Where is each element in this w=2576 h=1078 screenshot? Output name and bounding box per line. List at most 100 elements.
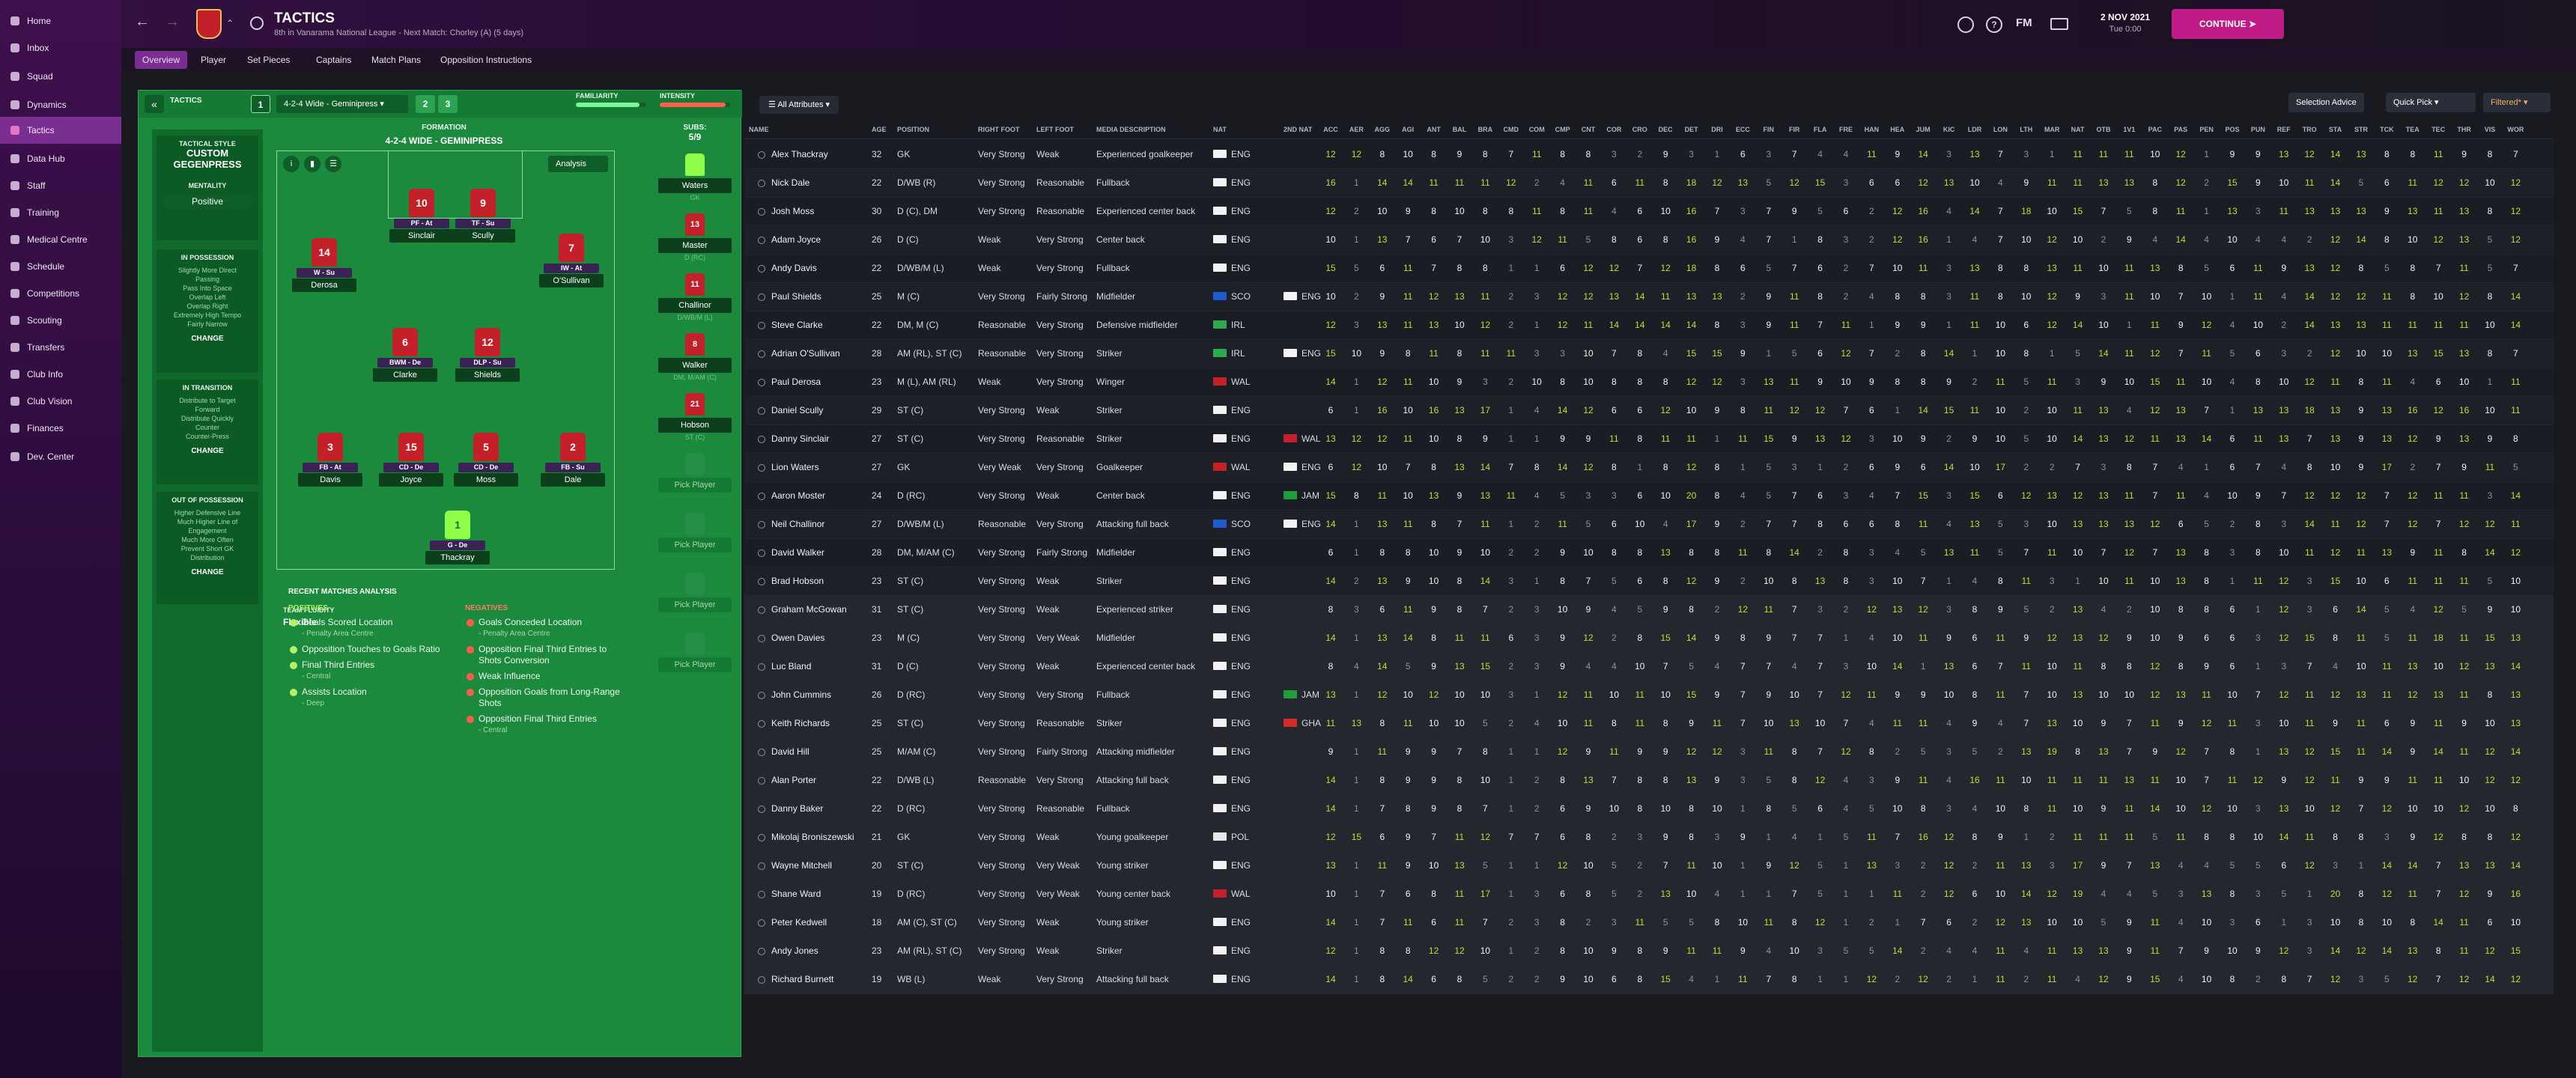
player-name[interactable]: Shields xyxy=(455,368,520,382)
selection-advice-button[interactable]: Selection Advice xyxy=(2288,93,2364,112)
analysis-button[interactable]: Analysis xyxy=(548,156,608,172)
in-transition-change-button[interactable]: CHANGE xyxy=(157,447,258,455)
column-header-attr[interactable]: HEA xyxy=(1886,126,1909,133)
sidebar-item-staff[interactable]: Staff xyxy=(0,172,121,199)
filtered-views-button[interactable]: Filtered* ▾ xyxy=(2483,93,2551,112)
column-header-attr[interactable]: TEA xyxy=(2402,126,2424,133)
table-row[interactable]: Josh Moss 30 D (C), DM Very Strong Reasonabl… xyxy=(744,198,2554,226)
player-role[interactable]: DLP - Su xyxy=(460,358,515,368)
table-row[interactable]: Alan Porter 22 D/WB (L) Reasonable Very Stro… xyxy=(744,767,2554,795)
column-header-attr[interactable]: COM xyxy=(1525,126,1548,133)
pick-player-dropdown[interactable]: Pick Player xyxy=(658,657,732,672)
sidebar-item-competitions[interactable]: Competitions xyxy=(0,280,121,307)
tactic-select[interactable]: 4-2-4 Wide - Geminipress ▾ xyxy=(276,95,408,113)
table-row[interactable]: Andy Davis 22 D/WB/M (L) Weak Very Strong Ful… xyxy=(744,255,2554,283)
player-role[interactable]: IW - At xyxy=(544,264,599,273)
column-header-attr[interactable]: 1V1 xyxy=(2118,126,2140,133)
column-header-attr[interactable]: DEC xyxy=(1654,126,1677,133)
chevron-down-icon[interactable]: ⌃ xyxy=(226,18,234,28)
positive-item[interactable]: Final Third Entries - Central xyxy=(288,660,446,682)
table-row[interactable]: Wayne Mitchell 20 ST (C) Very Strong Very We… xyxy=(744,852,2554,880)
substitute-name[interactable]: Challinor xyxy=(658,298,732,313)
sidebar-item-finances[interactable]: Finances xyxy=(0,415,121,442)
column-header-attr[interactable]: BAL xyxy=(1448,126,1471,133)
substitute-slot[interactable]: Pick Player xyxy=(655,453,735,505)
player-slot[interactable]: 15 CD - De Joyce xyxy=(371,433,451,487)
column-header-attr[interactable]: CNT xyxy=(1577,126,1600,133)
bar-chart-icon[interactable]: ▮ xyxy=(304,156,321,172)
player-name[interactable]: Derosa xyxy=(292,278,356,292)
table-row[interactable]: Alex Thackray 32 GK Very Strong Weak Experien… xyxy=(744,141,2554,169)
column-header-age[interactable]: AGE xyxy=(872,126,894,133)
column-header-attr[interactable]: ACC xyxy=(1319,126,1342,133)
tactical-style-value[interactable]: CUSTOM GEGENPRESS xyxy=(157,147,258,170)
substitute-slot[interactable]: 8 Walker DM, M/AM (C) xyxy=(655,333,735,386)
tab-player[interactable]: Player xyxy=(193,51,234,69)
player-name[interactable]: Moss xyxy=(454,473,518,487)
tactic-slot-2[interactable]: 2 xyxy=(416,95,435,113)
table-row[interactable]: Adrian O'Sullivan 28 AM (RL), ST (C) Reason… xyxy=(744,340,2554,368)
player-role[interactable]: TF - Su xyxy=(455,219,511,228)
column-header-position[interactable]: POSITION xyxy=(897,126,972,133)
table-row[interactable]: Danny Baker 22 D (RC) Very Strong Reasonable… xyxy=(744,795,2554,823)
column-header-attr[interactable]: PAS xyxy=(2169,126,2192,133)
player-slot[interactable]: 12 DLP - Su Shields xyxy=(448,328,527,382)
shirt-icon[interactable]: 6 xyxy=(392,328,418,356)
pick-player-dropdown[interactable]: Pick Player xyxy=(658,597,732,612)
column-header-attr[interactable]: STR xyxy=(2350,126,2372,133)
column-header-attr[interactable]: PEN xyxy=(2196,126,2218,133)
sidebar-item-schedule[interactable]: Schedule xyxy=(0,253,121,280)
list-icon[interactable]: ☰ xyxy=(325,156,341,172)
shirt-icon[interactable]: 10 xyxy=(409,189,434,217)
column-header-attr[interactable]: CRO xyxy=(1629,126,1651,133)
table-row[interactable]: Danny Sinclair 27 ST (C) Very Strong Reasona… xyxy=(744,425,2554,454)
column-header-right-foot[interactable]: RIGHT FOOT xyxy=(978,126,1035,133)
sidebar-item-dynamics[interactable]: Dynamics xyxy=(0,91,121,118)
table-row[interactable]: Neil Challinor 27 D/WB/M (L) Reasonable Very… xyxy=(744,511,2554,539)
column-header-attr[interactable]: TEC xyxy=(2427,126,2449,133)
column-header-attr[interactable]: OTB xyxy=(2092,126,2115,133)
column-header-attr[interactable]: DRI xyxy=(1706,126,1728,133)
table-row[interactable]: Owen Davies 23 M (C) Very Strong Very Weak Mi… xyxy=(744,624,2554,653)
column-header-attr[interactable]: AGI xyxy=(1397,126,1419,133)
player-role[interactable]: FB - At xyxy=(303,463,358,472)
player-role[interactable]: CD - De xyxy=(458,463,514,472)
table-row[interactable]: Shane Ward 19 D (RC) Very Strong Very Weak Yo… xyxy=(744,880,2554,909)
substitute-name[interactable]: Hobson xyxy=(658,418,732,433)
shirt-icon[interactable]: 14 xyxy=(312,238,337,267)
column-header-media-description[interactable]: MEDIA DESCRIPTION xyxy=(1096,126,1209,133)
info-icon[interactable]: i xyxy=(283,156,300,172)
column-header-attr[interactable]: PAC xyxy=(2144,126,2166,133)
substitute-slot[interactable]: Waters GK xyxy=(655,153,735,206)
continue-button[interactable]: CONTINUE ➤ xyxy=(2172,9,2284,39)
tab-match-plans[interactable]: Match Plans xyxy=(364,51,428,69)
column-header-attr[interactable]: AGG xyxy=(1371,126,1394,133)
date-display[interactable]: 2 NOV 2021 Tue 0:00 xyxy=(2088,9,2163,39)
player-name[interactable]: Clarke xyxy=(373,368,437,382)
negative-item[interactable]: Weak Influence xyxy=(465,671,622,682)
player-name[interactable]: O'Sullivan xyxy=(539,274,604,287)
column-header-attr[interactable]: LTH xyxy=(2015,126,2038,133)
shirt-icon[interactable]: 9 xyxy=(470,189,496,217)
column-header-attr[interactable]: ECC xyxy=(1731,126,1754,133)
column-header-attr[interactable]: STA xyxy=(2324,126,2347,133)
sidebar-item-tactics[interactable]: Tactics xyxy=(0,117,121,144)
player-name[interactable]: Dale xyxy=(541,473,605,487)
table-row[interactable]: Brad Hobson 23 ST (C) Very Strong Weak Strike… xyxy=(744,567,2554,596)
sidebar-item-transfers[interactable]: Transfers xyxy=(0,334,121,361)
column-header-attr[interactable]: PUN xyxy=(2247,126,2269,133)
table-row[interactable]: Daniel Scully 29 ST (C) Very Strong Weak Stri… xyxy=(744,397,2554,425)
substitute-slot[interactable]: 13 Master D (RC) xyxy=(655,213,735,266)
positive-item[interactable]: Goals Scored Location - Penalty Area Cent… xyxy=(288,617,446,639)
table-row[interactable]: David Hill 25 M/AM (C) Very Strong Fairly St… xyxy=(744,738,2554,767)
tab-captains[interactable]: Captains xyxy=(309,51,359,69)
forward-arrow-icon[interactable]: → xyxy=(165,13,180,31)
column-header-attr[interactable]: MAR xyxy=(2041,126,2063,133)
player-slot[interactable]: 7 IW - At O'Sullivan xyxy=(532,234,611,287)
column-header-attr[interactable]: REF xyxy=(2273,126,2295,133)
sidebar-item-medical-centre[interactable]: Medical Centre xyxy=(0,226,121,253)
column-header-attr[interactable]: BRA xyxy=(1474,126,1496,133)
negative-item[interactable]: Opposition Final Third Entries - Central xyxy=(465,713,622,736)
sidebar-item-squad[interactable]: Squad xyxy=(0,63,121,90)
column-header-attr[interactable]: AER xyxy=(1345,126,1367,133)
